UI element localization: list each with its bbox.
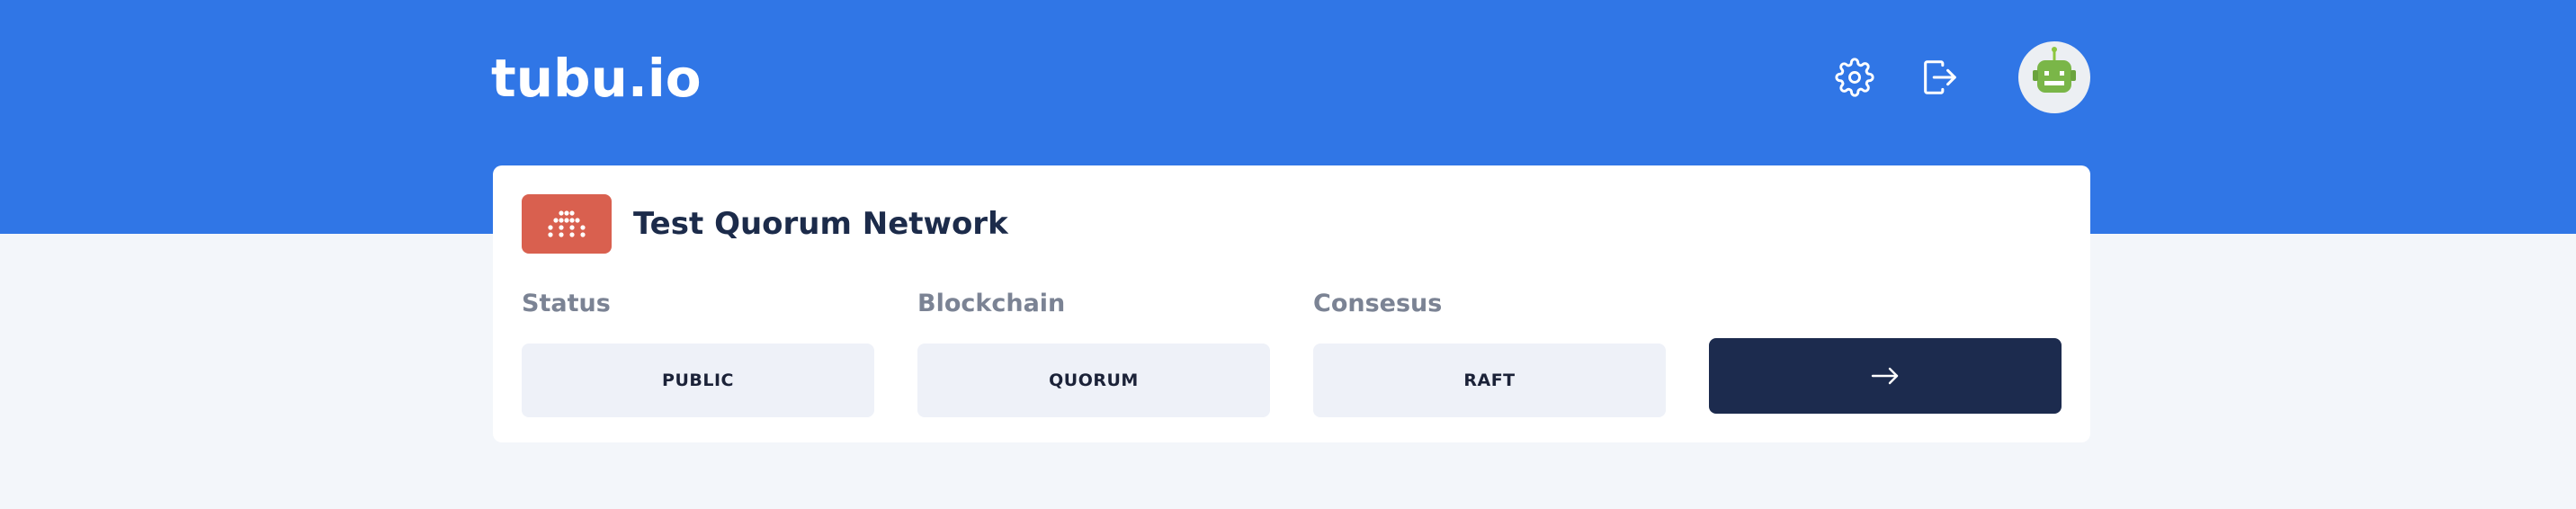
consensus-field: Consesus RAFT	[1313, 286, 1666, 417]
open-network-button[interactable]	[1709, 338, 2062, 414]
settings-button[interactable]	[1828, 41, 1882, 113]
logo[interactable]: tubu.io	[491, 47, 702, 110]
logout-button[interactable]	[1912, 41, 1966, 113]
dots-grid-icon	[548, 210, 586, 237]
logout-icon	[1924, 60, 1956, 94]
network-title: Test Quorum Network	[633, 206, 1008, 242]
arrow-right-icon	[1871, 367, 1899, 385]
gear-icon	[1835, 58, 1874, 97]
status-value: PUBLIC	[522, 344, 874, 417]
robot-avatar-icon	[2033, 47, 2076, 93]
avatar[interactable]	[2018, 41, 2090, 113]
status-label: Status	[522, 290, 611, 317]
network-card: Test Quorum Network Status PUBLIC Blockc…	[493, 165, 2090, 442]
blockchain-label: Blockchain	[917, 290, 1066, 317]
blockchain-value: QUORUM	[917, 344, 1270, 417]
status-field: Status PUBLIC	[522, 286, 874, 417]
network-badge	[522, 194, 612, 254]
blockchain-field: Blockchain QUORUM	[917, 286, 1270, 417]
consensus-value: RAFT	[1313, 344, 1666, 417]
consensus-label: Consesus	[1313, 290, 1443, 317]
header-actions	[1828, 41, 2090, 113]
